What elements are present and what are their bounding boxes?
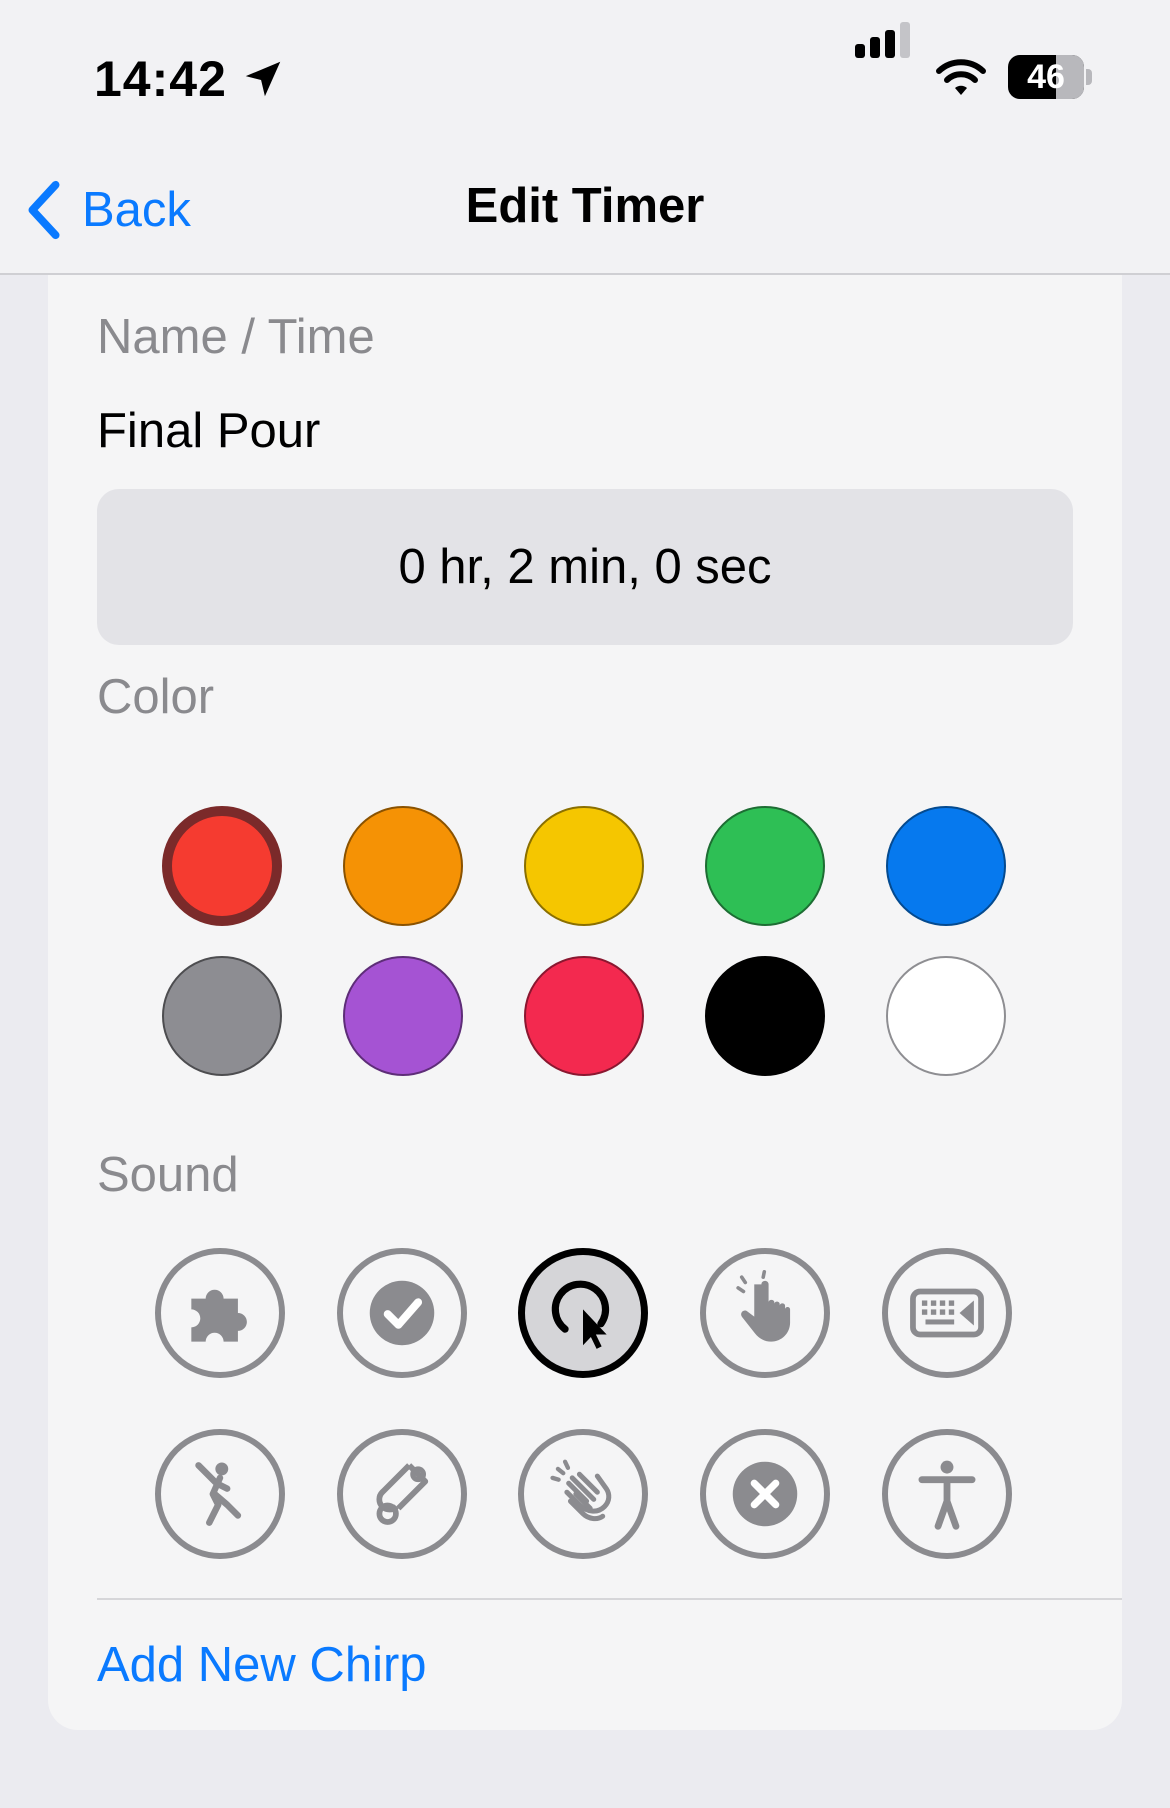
sound-option-checkmark[interactable] (337, 1248, 467, 1378)
sound-option-x-mark[interactable] (700, 1429, 830, 1559)
divider (97, 1598, 1122, 1600)
color-swatch-black[interactable] (705, 956, 825, 1076)
sound-option-puzzle[interactable] (155, 1248, 285, 1378)
timer-name-field[interactable]: Final Pour (97, 403, 320, 459)
sound-option-hand-tap[interactable] (700, 1248, 830, 1378)
sound-option-cursor-click[interactable] (518, 1248, 648, 1378)
keyboard-icon (910, 1288, 984, 1338)
color-swatch-gray[interactable] (162, 956, 282, 1076)
puzzle-piece-icon (191, 1289, 247, 1342)
battery-level: 46 (1027, 58, 1065, 96)
cursor-click-icon (551, 1280, 610, 1349)
status-time: 14:42 (94, 51, 227, 107)
color-swatch-blue[interactable] (886, 806, 1006, 926)
sound-option-scroll[interactable] (337, 1429, 467, 1559)
page-title: Edit Timer (465, 179, 705, 233)
baseball-batter-icon (195, 1462, 242, 1526)
add-new-chirp-button[interactable]: Add New Chirp (97, 1637, 427, 1693)
sound-option-accessibility[interactable] (882, 1429, 1012, 1559)
sound-option-baseball[interactable] (155, 1429, 285, 1559)
location-arrow-icon (245, 61, 281, 97)
name-time-section-label: Name / Time (97, 310, 375, 364)
color-swatch-white[interactable] (886, 956, 1006, 1076)
accessibility-icon (918, 1460, 976, 1530)
edit-timer-card: Name / Time Final Pour 0 hr, 2 min, 0 se… (48, 275, 1122, 1730)
scroll-icon (376, 1463, 429, 1525)
navigation-bar: 14:42 46 Back Edit Timer (0, 0, 1170, 275)
sound-section-label: Sound (97, 1148, 239, 1202)
color-swatch-green[interactable] (705, 806, 825, 926)
sound-option-keyboard[interactable] (882, 1248, 1012, 1378)
color-swatch-yellow[interactable] (524, 806, 644, 926)
wifi-icon (936, 59, 986, 95)
hands-clap-icon (550, 1459, 612, 1522)
color-swatch-red[interactable] (162, 806, 282, 926)
hand-tap-icon (736, 1270, 791, 1342)
checkmark-icon (369, 1280, 435, 1346)
color-swatch-pink[interactable] (524, 956, 644, 1076)
color-swatch-orange[interactable] (343, 806, 463, 926)
duration-picker-button[interactable]: 0 hr, 2 min, 0 sec (97, 489, 1073, 645)
duration-value: 0 hr, 2 min, 0 sec (398, 540, 772, 594)
color-section-label: Color (97, 670, 215, 724)
sound-option-clap[interactable] (518, 1429, 648, 1559)
battery-tip (1086, 69, 1092, 85)
battery-icon: 46 (1008, 55, 1084, 99)
color-swatch-purple[interactable] (343, 956, 463, 1076)
x-mark-icon (732, 1461, 798, 1527)
